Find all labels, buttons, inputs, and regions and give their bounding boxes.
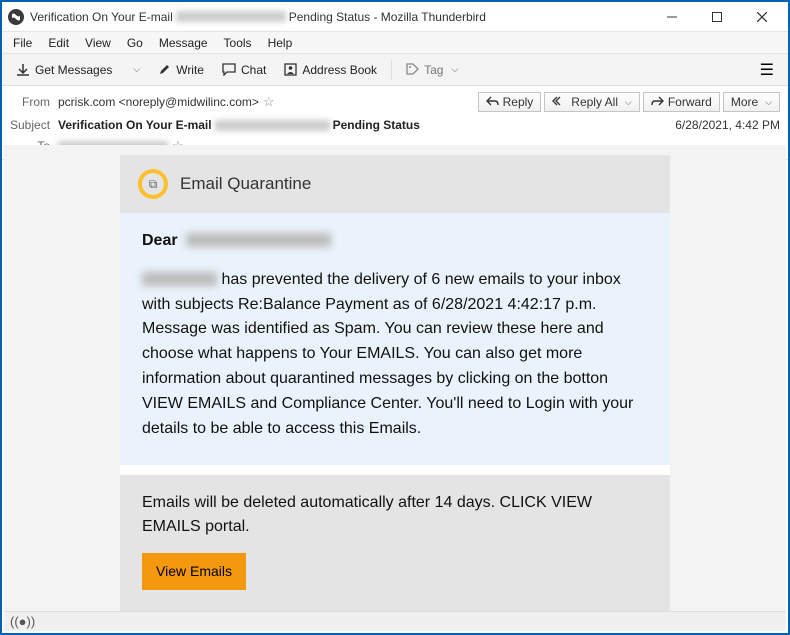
card-header: ⧉ Email Quarantine — [120, 155, 670, 213]
reply-all-label: Reply All — [571, 95, 618, 109]
footer-text: Emails will be deleted automatically aft… — [142, 491, 648, 539]
tag-label: Tag — [424, 63, 443, 77]
card-footer: Emails will be deleted automatically aft… — [120, 475, 670, 611]
get-messages-dropdown[interactable]: ⌵ — [122, 61, 148, 78]
app-icon — [8, 9, 24, 25]
address-book-label: Address Book — [302, 63, 377, 77]
reply-icon — [486, 95, 499, 109]
menu-view[interactable]: View — [78, 34, 118, 52]
chat-icon — [222, 63, 236, 76]
hamburger-icon: ☰ — [760, 62, 774, 79]
close-button[interactable] — [739, 3, 784, 31]
subject-label: Subject — [10, 118, 58, 132]
address-book-icon — [284, 63, 297, 76]
reply-all-button[interactable]: Reply All ⌵ — [544, 92, 640, 112]
minimize-button[interactable] — [649, 3, 694, 31]
body-text: has prevented the delivery of 6 new emai… — [142, 271, 633, 437]
tag-icon — [406, 63, 419, 76]
app-menu-button[interactable]: ☰ — [752, 56, 782, 84]
subject-prefix: Verification On Your E-mail — [58, 118, 212, 132]
menu-message[interactable]: Message — [152, 34, 215, 52]
tag-button[interactable]: Tag ⌵ — [398, 60, 466, 80]
chat-button[interactable]: Chat — [214, 60, 274, 80]
more-button[interactable]: More ⌵ — [723, 92, 780, 112]
redacted-title-part — [176, 11, 286, 22]
body-paragraph: has prevented the delivery of 6 new emai… — [142, 268, 648, 442]
get-messages-button[interactable]: Get Messages — [8, 60, 120, 80]
message-date: 6/28/2021, 4:42 PM — [675, 118, 780, 132]
forward-button[interactable]: Forward — [643, 92, 720, 112]
forward-label: Forward — [668, 95, 712, 109]
more-label: More — [731, 95, 758, 109]
online-status-icon[interactable]: ((●)) — [10, 614, 35, 629]
forward-icon — [651, 95, 664, 109]
toolbar-separator — [391, 60, 392, 80]
menu-edit[interactable]: Edit — [41, 34, 76, 52]
view-emails-button[interactable]: View Emails — [142, 553, 246, 590]
subject-suffix: Pending Status — [333, 118, 420, 132]
chat-label: Chat — [241, 63, 266, 77]
dear-label: Dear — [142, 232, 178, 249]
from-label: From — [10, 95, 58, 109]
toolbar: Get Messages ⌵ Write Chat Address Book T… — [2, 54, 788, 86]
menu-tools[interactable]: Tools — [217, 34, 259, 52]
message-body-area[interactable]: ⧉ Email Quarantine Dear has prevented th… — [4, 145, 786, 611]
from-value[interactable]: pcrisk.com <noreply@midwilinc.com> — [58, 95, 259, 109]
card-body: Dear has prevented the delivery of 6 new… — [120, 213, 670, 465]
address-book-button[interactable]: Address Book — [276, 60, 385, 80]
window-title-prefix: Verification On Your E-mail — [30, 10, 173, 24]
redacted-subject-part — [215, 120, 330, 131]
menu-help[interactable]: Help — [261, 34, 300, 52]
write-label: Write — [176, 63, 204, 77]
reply-all-icon — [552, 95, 567, 109]
write-button[interactable]: Write — [150, 60, 212, 80]
pencil-icon — [158, 63, 171, 76]
star-contact-icon[interactable]: ☆ — [263, 94, 275, 110]
status-bar: ((●)) — [4, 611, 786, 631]
email-card: ⧉ Email Quarantine Dear has prevented th… — [120, 155, 670, 611]
menu-bar: File Edit View Go Message Tools Help — [2, 32, 788, 54]
quarantine-title: Email Quarantine — [180, 174, 311, 194]
menu-go[interactable]: Go — [120, 34, 150, 52]
get-messages-label: Get Messages — [35, 63, 112, 77]
reply-label: Reply — [503, 95, 534, 109]
menu-file[interactable]: File — [6, 34, 39, 52]
download-icon — [16, 63, 30, 77]
window-title-suffix: Pending Status - Mozilla Thunderbird — [289, 10, 486, 24]
card-divider — [120, 465, 670, 475]
reply-button[interactable]: Reply — [478, 92, 542, 112]
title-bar: Verification On Your E-mail Pending Stat… — [2, 2, 788, 32]
quarantine-badge-icon: ⧉ — [138, 169, 168, 199]
redacted-domain — [142, 272, 217, 286]
redacted-recipient — [186, 233, 331, 247]
maximize-button[interactable] — [694, 3, 739, 31]
